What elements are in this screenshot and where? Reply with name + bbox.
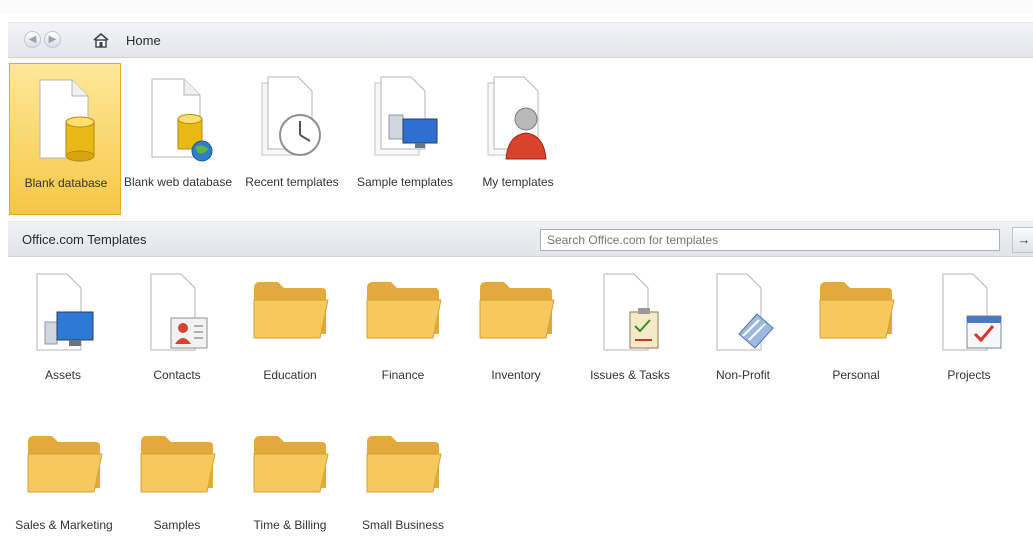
tile-small-business[interactable]: Small Business — [347, 430, 459, 555]
tile-label: Sample templates — [356, 175, 454, 189]
tile-issues-tasks[interactable]: Issues & Tasks — [574, 266, 686, 406]
tile-my-templates[interactable]: My templates — [462, 63, 574, 215]
tile-label: Personal — [832, 368, 880, 382]
search-input[interactable] — [540, 229, 1000, 251]
tile-label: Blank database — [24, 176, 108, 190]
window-title-fragment — [6, 0, 9, 8]
folder-icon — [253, 436, 329, 493]
tile-blank-database[interactable]: Blank database — [9, 63, 121, 215]
breadcrumb-home[interactable]: Home — [126, 33, 161, 48]
recent-templates-icon — [261, 76, 321, 156]
tile-label: Blank web database — [123, 175, 233, 189]
tile-assets[interactable]: Assets — [7, 266, 119, 396]
tile-label: Non-Profit — [715, 368, 771, 382]
folder-icon — [253, 282, 329, 339]
tile-blank-web-database[interactable]: Blank web database — [122, 63, 234, 215]
tile-label: Small Business — [361, 518, 445, 532]
blank-database-icon — [39, 79, 95, 162]
tile-recent-templates[interactable]: Recent templates — [236, 63, 348, 215]
tile-non-profit[interactable]: Non-Profit — [687, 266, 799, 396]
tile-contacts[interactable]: Contacts — [121, 266, 233, 396]
tile-label: Samples — [153, 518, 201, 532]
tile-time-billing[interactable]: Time & Billing — [234, 430, 346, 555]
folder-icon — [366, 282, 442, 339]
tile-personal[interactable]: Personal — [800, 266, 912, 396]
tile-label: Contacts — [153, 368, 201, 382]
tile-label: Finance — [381, 368, 425, 382]
folder-icon — [479, 282, 555, 339]
tile-label: My templates — [482, 175, 554, 189]
navigation-bar: ◀ ▶ Home — [8, 22, 1033, 58]
tile-education[interactable]: Education — [234, 266, 346, 396]
tile-finance[interactable]: Finance — [347, 266, 459, 396]
home-icon[interactable] — [92, 32, 110, 48]
tile-label: Assets — [44, 368, 81, 382]
tile-sales-marketing[interactable]: Sales & Marketing — [8, 430, 120, 555]
sample-templates-icon — [374, 76, 438, 156]
folder-icon — [819, 282, 895, 339]
tile-label: Education — [263, 368, 317, 382]
assets-icon — [36, 273, 94, 351]
tile-label: Inventory — [491, 368, 541, 382]
tile-label: Sales & Marketing — [15, 518, 113, 532]
office-templates-bar: Office.com Templates → — [8, 221, 1033, 257]
search-go-button[interactable]: → — [1012, 227, 1033, 253]
tile-inventory[interactable]: Inventory — [460, 266, 572, 396]
back-arrow-icon[interactable]: ◀ — [24, 31, 41, 48]
blank-web-database-icon — [151, 78, 213, 162]
contacts-icon — [150, 273, 208, 351]
folder-icon — [140, 436, 216, 493]
section-title: Office.com Templates — [22, 232, 147, 247]
tile-label: Recent templates — [245, 175, 339, 189]
tile-sample-templates[interactable]: Sample templates — [349, 63, 461, 215]
tile-samples[interactable]: Samples — [121, 430, 233, 555]
non-profit-icon — [716, 273, 774, 351]
tile-label: Issues & Tasks — [590, 368, 670, 382]
projects-icon — [942, 273, 1002, 351]
tile-projects[interactable]: Projects — [913, 266, 1025, 396]
my-templates-icon — [487, 76, 547, 160]
folder-icon — [366, 436, 442, 493]
issues-tasks-icon — [603, 273, 659, 351]
tile-label: Projects — [947, 368, 991, 382]
tile-label: Time & Billing — [253, 518, 327, 532]
folder-icon — [27, 436, 103, 493]
forward-arrow-icon[interactable]: ▶ — [44, 31, 61, 48]
window-title-strip — [0, 0, 1033, 14]
